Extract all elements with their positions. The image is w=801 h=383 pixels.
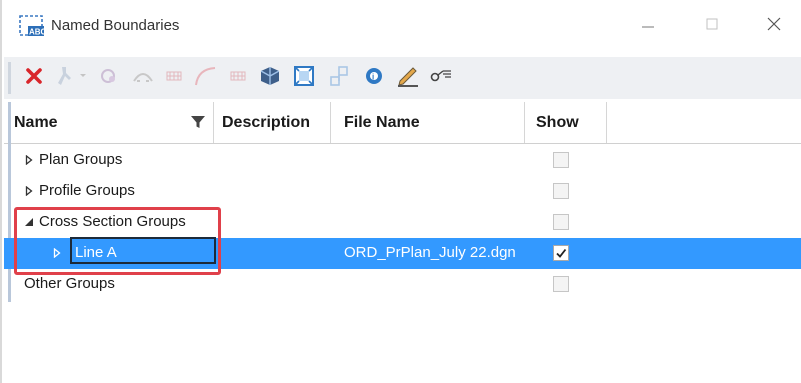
- window-left-border: [0, 0, 2, 383]
- grid-boundary-2-button[interactable]: [226, 61, 250, 91]
- show-checkbox[interactable]: [553, 276, 569, 292]
- civil-plan-boundary-icon: [101, 69, 115, 83]
- fit-view-button[interactable]: [290, 61, 318, 91]
- row-label: Plan Groups: [39, 151, 123, 168]
- checkmark-icon: [556, 248, 567, 258]
- show-checkbox[interactable]: [553, 214, 569, 230]
- group-button[interactable]: [326, 61, 352, 91]
- dropdown-chevron-icon: [80, 74, 86, 77]
- column-header-name-label: Name: [14, 113, 58, 131]
- row-label: Profile Groups: [39, 182, 135, 199]
- properties-icon: i: [366, 68, 382, 84]
- maximize-icon: [706, 18, 718, 30]
- create-boundary-dropdown[interactable]: [78, 61, 88, 91]
- svg-text:ABC: ABC: [29, 28, 45, 37]
- tree-row-plan-groups[interactable]: Plan Groups: [4, 145, 801, 176]
- minimize-button[interactable]: [628, 12, 668, 36]
- delete-button[interactable]: [22, 61, 46, 91]
- key-filter-button[interactable]: [428, 61, 454, 91]
- expand-arrow-icon[interactable]: [24, 185, 34, 197]
- maximize-button[interactable]: [692, 12, 732, 36]
- column-header-file-name-label: File Name: [344, 113, 420, 131]
- grid-boundary-2-icon: [230, 71, 246, 81]
- column-divider[interactable]: [606, 102, 607, 143]
- 3d-model-icon: [260, 67, 280, 85]
- column-header-description[interactable]: Description: [222, 102, 330, 143]
- grid-boundary-icon: [166, 71, 182, 81]
- column-header-description-label: Description: [222, 113, 311, 131]
- civil-plan-boundary-button[interactable]: [96, 61, 122, 91]
- pencil-edit-button[interactable]: [394, 61, 422, 91]
- close-icon: [767, 17, 781, 31]
- delete-icon: [26, 68, 42, 84]
- group-icon: [330, 66, 348, 86]
- named-boundaries-window: ABC Named Boundaries i Name Description …: [0, 0, 801, 383]
- toolbar-grip[interactable]: [8, 62, 11, 94]
- row-label: Other Groups: [24, 275, 115, 292]
- key-filter-icon: [430, 70, 451, 82]
- create-boundary-icon: [58, 67, 71, 85]
- show-checkbox[interactable]: [553, 183, 569, 199]
- column-divider[interactable]: [213, 102, 214, 143]
- highlight-annotation: [14, 207, 221, 275]
- column-header-show-label: Show: [536, 113, 579, 131]
- file-name-cell: ORD_PrPlan_July 22.dgn: [344, 244, 516, 261]
- tree-row-profile-groups[interactable]: Profile Groups: [4, 176, 801, 207]
- named-boundaries-abc-icon: ABC: [19, 15, 47, 37]
- profile-boundary-icon: [133, 73, 153, 82]
- column-header-name[interactable]: Name: [14, 102, 204, 143]
- column-header-file-name[interactable]: File Name: [344, 102, 524, 143]
- 3d-model-button[interactable]: [256, 61, 284, 91]
- profile-boundary-button[interactable]: [130, 61, 156, 91]
- show-checkbox-checked[interactable]: [553, 245, 569, 261]
- svg-text:i: i: [372, 73, 374, 82]
- create-boundary-button[interactable]: [54, 61, 76, 91]
- column-header-show[interactable]: Show: [536, 102, 606, 143]
- curve-boundary-button[interactable]: [192, 61, 220, 91]
- title-bar[interactable]: ABC Named Boundaries: [0, 0, 801, 44]
- curve-boundary-icon: [195, 67, 216, 86]
- expand-arrow-icon[interactable]: [24, 154, 34, 166]
- grid-boundary-button[interactable]: [162, 61, 186, 91]
- window-title: Named Boundaries: [51, 17, 180, 34]
- fit-view-icon: [294, 66, 314, 86]
- column-divider[interactable]: [330, 102, 331, 143]
- column-divider[interactable]: [524, 102, 525, 143]
- show-checkbox[interactable]: [553, 152, 569, 168]
- close-button[interactable]: [754, 12, 794, 36]
- properties-button[interactable]: i: [360, 61, 388, 91]
- minimize-icon: [642, 26, 654, 28]
- pencil-edit-icon: [398, 67, 418, 87]
- filter-funnel-icon[interactable]: [190, 114, 206, 130]
